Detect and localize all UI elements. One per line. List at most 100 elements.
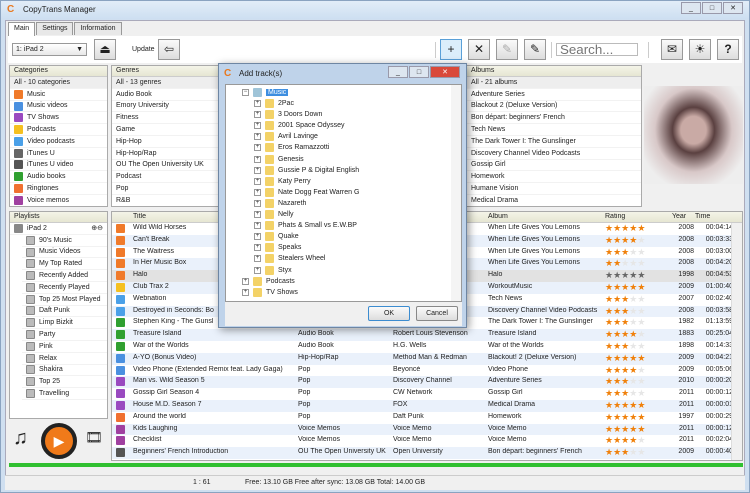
dialog-maximize-button[interactable]: □ [409,66,429,78]
playlist-item[interactable]: Party [22,329,107,341]
star-icon[interactable]: ★ [613,259,621,268]
albums-header[interactable]: Albums [467,66,641,77]
star-icon[interactable]: ★ [613,224,621,233]
playlist-item[interactable]: Recently Played [22,282,107,294]
tag-button[interactable]: ✎ [524,39,546,60]
star-icon[interactable]: ★ [605,342,613,351]
star-icon[interactable]: ★ [613,354,621,363]
star-icon[interactable]: ★ [637,342,645,351]
column-header-title[interactable]: Title [133,213,146,223]
star-icon[interactable]: ★ [613,330,621,339]
playlist-item[interactable]: Top 25 [22,376,107,389]
star-icon[interactable]: ★ [605,448,613,457]
star-icon[interactable]: ★ [605,425,613,434]
star-icon[interactable]: ★ [637,366,645,375]
star-icon[interactable]: ★ [605,330,613,339]
playlist-item[interactable]: Limp Bizkit [22,317,107,330]
playlist-item[interactable]: Recently Added [22,270,107,282]
tree-node-folder[interactable]: + Stealers Wheel [254,253,325,264]
ok-button[interactable]: OK [368,306,410,321]
star-icon[interactable]: ★ [605,224,613,233]
star-icon[interactable]: ★ [613,283,621,292]
table-row[interactable]: Man vs. Wild Season 5 Pop Discovery Channe… [112,376,733,389]
playlist-item[interactable]: Shakira [22,365,107,377]
album-item[interactable]: Medical Drama [467,195,641,206]
playlist-item[interactable]: Relax [22,353,107,365]
tree-node-folder[interactable]: + Katy Perry [254,176,311,187]
tree-node-folder[interactable]: + Phats & Small vs E.W.BP [254,220,357,231]
tree-node-music[interactable]: − Music [242,87,289,98]
star-icon[interactable]: ★ [637,307,645,316]
star-icon[interactable]: ★ [605,377,613,386]
album-item[interactable]: The Dark Tower I: The Gunslinger [467,136,641,148]
album-item[interactable]: Blackout 2 (Deluxe Version) [467,101,641,113]
add-track-button[interactable]: + [440,39,462,60]
category-item[interactable]: Video podcasts [10,136,107,148]
star-icon[interactable]: ★ [605,307,613,316]
tree-node-folder[interactable]: + Quake [254,231,299,242]
star-icon[interactable]: ★ [613,436,621,445]
table-row[interactable]: Beginners' French Introduction OU The Ope… [112,447,733,459]
album-item[interactable]: Adventure Series [467,89,641,101]
album-item[interactable]: Humane Vision [467,183,641,195]
tab-information[interactable]: Information [74,22,122,35]
categories-header[interactable]: Categories [10,66,107,77]
star-icon[interactable]: ★ [637,259,645,268]
star-icon[interactable]: ★ [613,236,621,245]
tree-node-folder[interactable]: +3 Doors Down [254,109,322,120]
star-icon[interactable]: ★ [605,236,613,245]
star-icon[interactable]: ★ [613,366,621,375]
star-icon[interactable]: ★ [637,283,645,292]
category-item[interactable]: iTunes U video [10,160,107,172]
cancel-button[interactable]: Cancel [416,306,458,321]
star-icon[interactable]: ★ [613,377,621,386]
column-header-time[interactable]: Time [695,213,710,223]
tree-node-folder[interactable]: + Gussie P & Digital English [254,165,359,176]
star-icon[interactable]: ★ [637,271,645,280]
album-item[interactable]: Homework [467,171,641,184]
star-icon[interactable]: ★ [613,401,621,410]
category-item[interactable]: Voice memos [10,195,107,206]
playlist-item[interactable]: Music Videos [22,247,107,259]
category-item[interactable]: Podcasts [10,124,107,136]
tree-node-folder[interactable]: + Styx [254,265,292,276]
device-select[interactable]: 1: iPad 2 ▼ [12,43,87,56]
star-icon[interactable]: ★ [637,236,645,245]
star-icon[interactable]: ★ [637,377,645,386]
playlist-device[interactable]: iPad 2 ⊕ ⊖ [10,223,107,235]
delete-track-button[interactable]: ✕ [468,39,490,60]
star-icon[interactable]: ★ [613,307,621,316]
star-icon[interactable]: ★ [637,425,645,434]
tree-node-folder[interactable]: + Avril Lavinge [254,131,318,142]
playlist-item[interactable]: 90's Music [22,235,107,247]
star-icon[interactable]: ★ [637,248,645,257]
maximize-button[interactable]: □ [702,2,722,14]
star-icon[interactable]: ★ [605,295,613,304]
column-header-year[interactable]: Year [672,213,686,223]
tree-node-folder[interactable]: + Nate Dogg Feat Warren G [254,187,359,198]
albums-all[interactable]: All - 21 albums [467,77,641,89]
star-icon[interactable]: ★ [613,413,621,422]
table-row[interactable]: Around the world Pop Daft Punk Homework ★★★★… [112,412,733,424]
star-icon[interactable]: ★ [605,389,613,398]
star-icon[interactable]: ★ [605,259,613,268]
star-icon[interactable]: ★ [605,436,613,445]
playlist-item[interactable]: Top 25 Most Played [22,294,107,306]
edit-button[interactable]: ✎ [496,39,518,60]
star-icon[interactable]: ★ [613,342,621,351]
tips-button[interactable]: ☀ [689,39,711,60]
tree-node-folder[interactable]: + Nazareth [254,198,306,209]
minimize-button[interactable]: _ [681,2,701,14]
remove-playlist-button[interactable]: ⊖ [97,224,103,232]
star-icon[interactable]: ★ [605,366,613,375]
eject-button[interactable]: ⏏ [94,39,116,60]
star-icon[interactable]: ★ [637,413,645,422]
star-icon[interactable]: ★ [637,436,645,445]
star-icon[interactable]: ★ [637,448,645,457]
album-item[interactable]: Bon départ: beginners' French [467,112,641,125]
help-button[interactable]: ? [717,39,739,60]
close-button[interactable]: ✕ [723,2,743,14]
album-item[interactable]: Gossip Girl [467,160,641,172]
tree-node-folder[interactable]: + Speaks [254,242,301,253]
category-item[interactable]: iTunes U [10,148,107,160]
